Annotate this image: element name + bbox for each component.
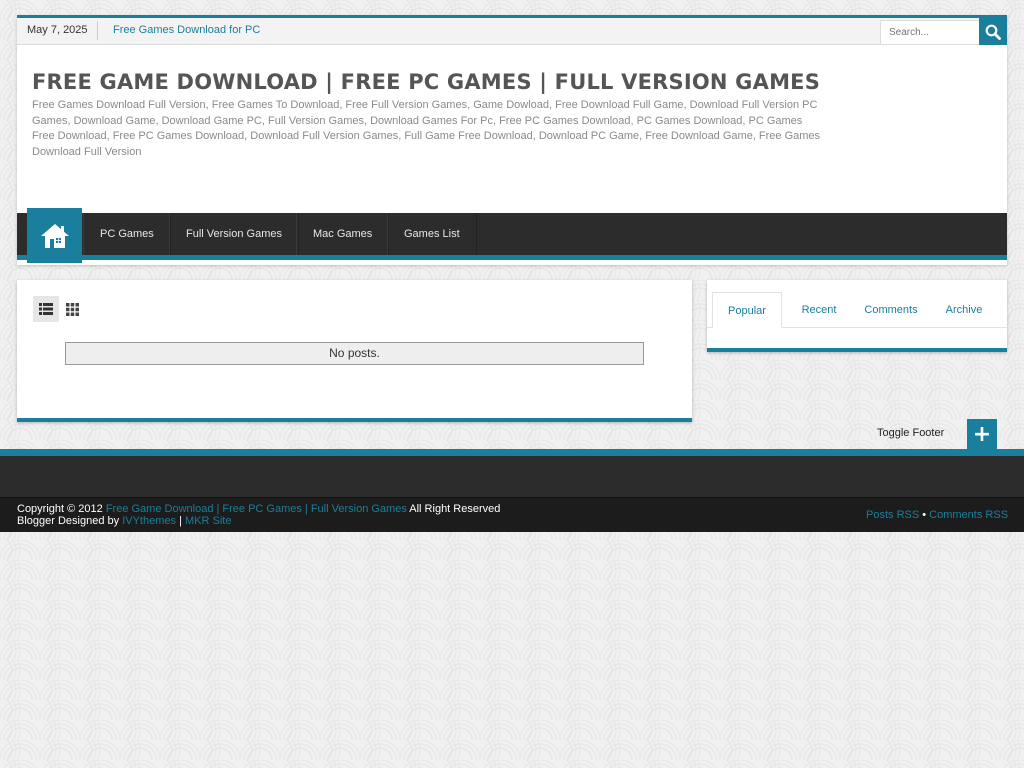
posts-rss-link[interactable]: Posts RSS <box>866 509 919 521</box>
toggle-footer-label: Toggle Footer <box>877 427 945 439</box>
list-view-button[interactable] <box>33 296 59 322</box>
designed-by-text: Blogger Designed by <box>17 515 120 527</box>
grid-view-icon <box>65 302 79 316</box>
grid-view-button[interactable] <box>61 296 83 322</box>
rights-text: All Right Reserved <box>409 503 501 515</box>
rss-links: Posts RSS • Comments RSS <box>866 509 1008 521</box>
sidebar-tabs-widget: Popular Recent Comments Archive <box>707 280 1007 352</box>
tab-archive[interactable]: Archive <box>934 292 994 328</box>
home-button[interactable] <box>27 208 82 263</box>
copyright-text: Copyright © 2012 <box>17 503 103 515</box>
header-box: May 7, 2025 Free Games Download for PC F… <box>17 15 1007 265</box>
main-nav: PC Games Full Version Games Mac Games Ga… <box>17 208 1007 263</box>
footer-site-link[interactable]: Free Game Download | Free PC Games | Ful… <box>106 503 407 515</box>
tab-comments[interactable]: Comments <box>855 292 927 328</box>
nav-item-pc-games[interactable]: PC Games <box>83 213 171 255</box>
no-posts-message: No posts. <box>65 342 644 365</box>
main-content: No posts. <box>17 280 692 422</box>
list-view-icon <box>39 303 53 315</box>
mkr-site-link[interactable]: MKR Site <box>185 515 231 527</box>
current-date: May 7, 2025 <box>27 24 88 36</box>
top-bar: May 7, 2025 Free Games Download for PC <box>17 18 1007 45</box>
comments-rss-link[interactable]: Comments RSS <box>929 509 1008 521</box>
site-description: Free Games Download Full Version, Free G… <box>32 99 821 158</box>
topbar-divider <box>97 21 98 40</box>
rss-bullet: • <box>922 509 927 521</box>
search-button[interactable] <box>979 18 1007 45</box>
ticker-link[interactable]: Free Games Download for PC <box>113 24 260 36</box>
tab-recent[interactable]: Recent <box>789 292 849 328</box>
nav-item-mac-games[interactable]: Mac Games <box>296 213 390 255</box>
search-input[interactable] <box>880 20 980 45</box>
search-icon <box>985 24 1001 40</box>
home-icon <box>40 223 69 248</box>
nav-item-full-version-games[interactable]: Full Version Games <box>169 213 299 255</box>
tab-popular[interactable]: Popular <box>712 292 782 328</box>
toggle-footer-button[interactable]: + <box>967 419 997 450</box>
footer-widgets-area <box>0 449 1024 497</box>
footer-credits: Copyright © 2012 Free Game Download | Fr… <box>17 503 500 527</box>
site-title[interactable]: FREE GAME DOWNLOAD | FREE PC GAMES | FUL… <box>32 70 820 94</box>
designer-link[interactable]: IVYthemes <box>122 515 176 527</box>
nav-item-games-list[interactable]: Games List <box>387 213 477 255</box>
footer-separator: | <box>179 515 182 527</box>
